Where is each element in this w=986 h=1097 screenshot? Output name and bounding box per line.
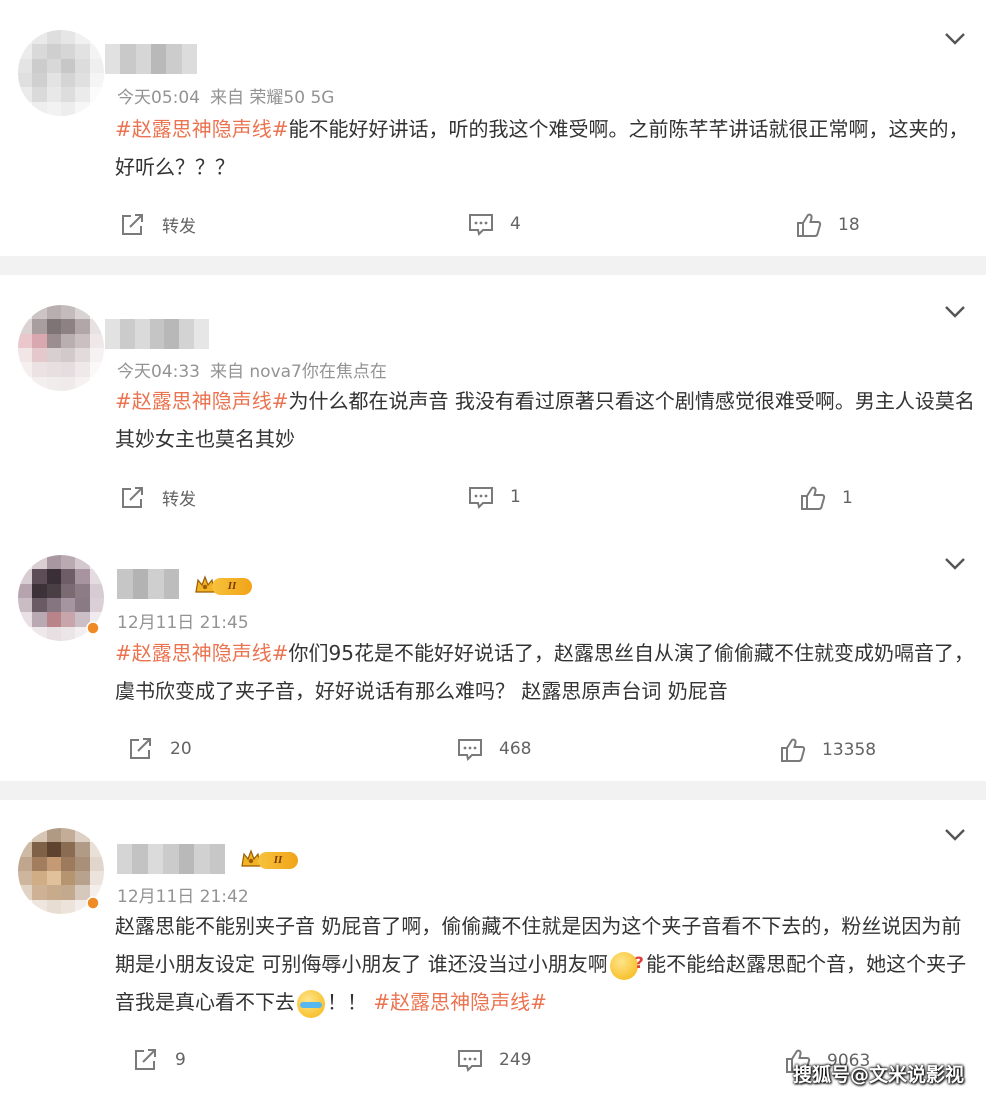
repost-label: 转发	[162, 217, 196, 237]
repost-icon	[130, 738, 151, 759]
post-text: #赵露思神隐声线#你们95花是不能好好说话了，赵露思丝自从演了偷偷藏不住就变成奶…	[115, 634, 975, 710]
post-source: 来自 荣耀50 5G	[210, 88, 335, 108]
chevron-down-icon[interactable]	[944, 32, 966, 46]
repost-icon	[135, 1049, 156, 1070]
avatar[interactable]	[18, 305, 104, 391]
crying-emoji-icon	[297, 989, 325, 1018]
post-text: #赵露思神隐声线#为什么都在说声音 我没有看过原著只看这个剧情感觉很难受啊。男主…	[115, 382, 975, 458]
username-blurred[interactable]	[105, 44, 197, 74]
thinking-emoji-icon	[609, 944, 644, 982]
repost-button[interactable]: 20	[128, 737, 192, 761]
post-body-3: ！！	[327, 990, 374, 1014]
vip-badge[interactable]: II	[240, 848, 300, 872]
like-icon	[801, 486, 826, 510]
chevron-down-icon[interactable]	[944, 305, 966, 319]
repost-button[interactable]: 9	[133, 1048, 186, 1072]
comment-count: 249	[499, 1050, 532, 1070]
post-meta: 12月11日 21:45	[117, 608, 249, 633]
comment-button[interactable]: 4	[468, 212, 521, 236]
post-time: 今天05:04	[117, 88, 200, 108]
username-blurred[interactable]	[117, 569, 179, 599]
watermark: 搜狐号@文米说影视	[792, 1064, 964, 1086]
like-button[interactable]: 18	[796, 212, 860, 238]
repost-button[interactable]: 转发	[120, 485, 196, 510]
post-text: 赵露思能不能别夹子音 奶屁音了啊，偷偷藏不住就是因为这个夹子音看不下去的，粉丝说…	[115, 907, 975, 1021]
repost-count: 9	[175, 1050, 186, 1070]
like-count: 1	[842, 488, 853, 508]
repost-count: 20	[170, 739, 192, 759]
comment-card-1: 今天05:04 来自 荣耀50 5G #赵露思神隐声线#能不能好好讲话，听的我这个…	[0, 0, 986, 256]
orange-badge-icon	[86, 896, 100, 910]
hashtag-link[interactable]: #赵露思神隐声线#	[373, 990, 547, 1014]
post-meta: 今天05:04 来自 荣耀50 5G	[117, 83, 334, 108]
vip-level: II	[258, 852, 298, 869]
post-text: #赵露思神隐声线#能不能好好讲话，听的我这个难受啊。之前陈芊芊讲话就很正常啊，这…	[115, 110, 975, 186]
hashtag-link[interactable]: #赵露思神隐声线#	[115, 641, 289, 665]
comment-icon	[458, 1050, 482, 1072]
comment-card-3: II 12月11日 21:45 #赵露思神隐声线#你们95花是不能好好说话了，赵…	[0, 529, 986, 781]
chevron-down-icon[interactable]	[944, 557, 966, 571]
avatar[interactable]	[18, 30, 104, 116]
post-meta: 12月11日 21:42	[117, 882, 249, 907]
chevron-down-icon[interactable]	[944, 828, 966, 842]
vip-badge[interactable]: II	[194, 574, 254, 598]
repost-label: 转发	[162, 490, 196, 510]
comment-card-2: 今天04:33 来自 nova7你在焦点在 #赵露思神隐声线#为什么都在说声音 我…	[0, 275, 986, 529]
post-meta: 今天04:33 来自 nova7你在焦点在	[117, 357, 387, 382]
post-time: 12月11日 21:45	[117, 613, 249, 633]
comment-button[interactable]: 249	[457, 1048, 531, 1072]
repost-icon	[122, 213, 143, 235]
comment-button[interactable]: 1	[468, 485, 521, 509]
vip-level: II	[212, 578, 252, 595]
hashtag-link[interactable]: #赵露思神隐声线#	[115, 117, 289, 141]
comment-count: 468	[499, 739, 532, 759]
post-time: 今天04:33	[117, 362, 200, 382]
comment-count: 4	[510, 214, 521, 234]
like-icon	[781, 738, 806, 762]
username-blurred[interactable]	[105, 319, 210, 349]
comment-icon	[469, 487, 493, 509]
comment-icon	[469, 214, 493, 236]
username-blurred[interactable]	[117, 844, 225, 874]
repost-button[interactable]: 转发	[120, 212, 196, 237]
like-icon	[797, 213, 822, 237]
comment-count: 1	[510, 487, 521, 507]
like-count: 13358	[822, 740, 877, 760]
post-time: 12月11日 21:42	[117, 887, 249, 907]
comment-icon	[458, 739, 482, 761]
post-separator	[0, 781, 986, 800]
post-source: 来自 nova7你在焦点在	[210, 362, 387, 382]
comment-button[interactable]: 468	[457, 737, 531, 761]
hashtag-link[interactable]: #赵露思神隐声线#	[115, 389, 289, 413]
orange-badge-icon	[86, 621, 100, 635]
like-count: 18	[838, 215, 860, 235]
like-button[interactable]: 13358	[780, 737, 876, 763]
post-separator	[0, 256, 986, 275]
comment-card-4: II 12月11日 21:42 赵露思能不能别夹子音 奶屁音了啊，偷偷藏不住就是…	[0, 800, 986, 1097]
repost-icon	[122, 486, 143, 508]
like-button[interactable]: 1	[800, 485, 853, 511]
